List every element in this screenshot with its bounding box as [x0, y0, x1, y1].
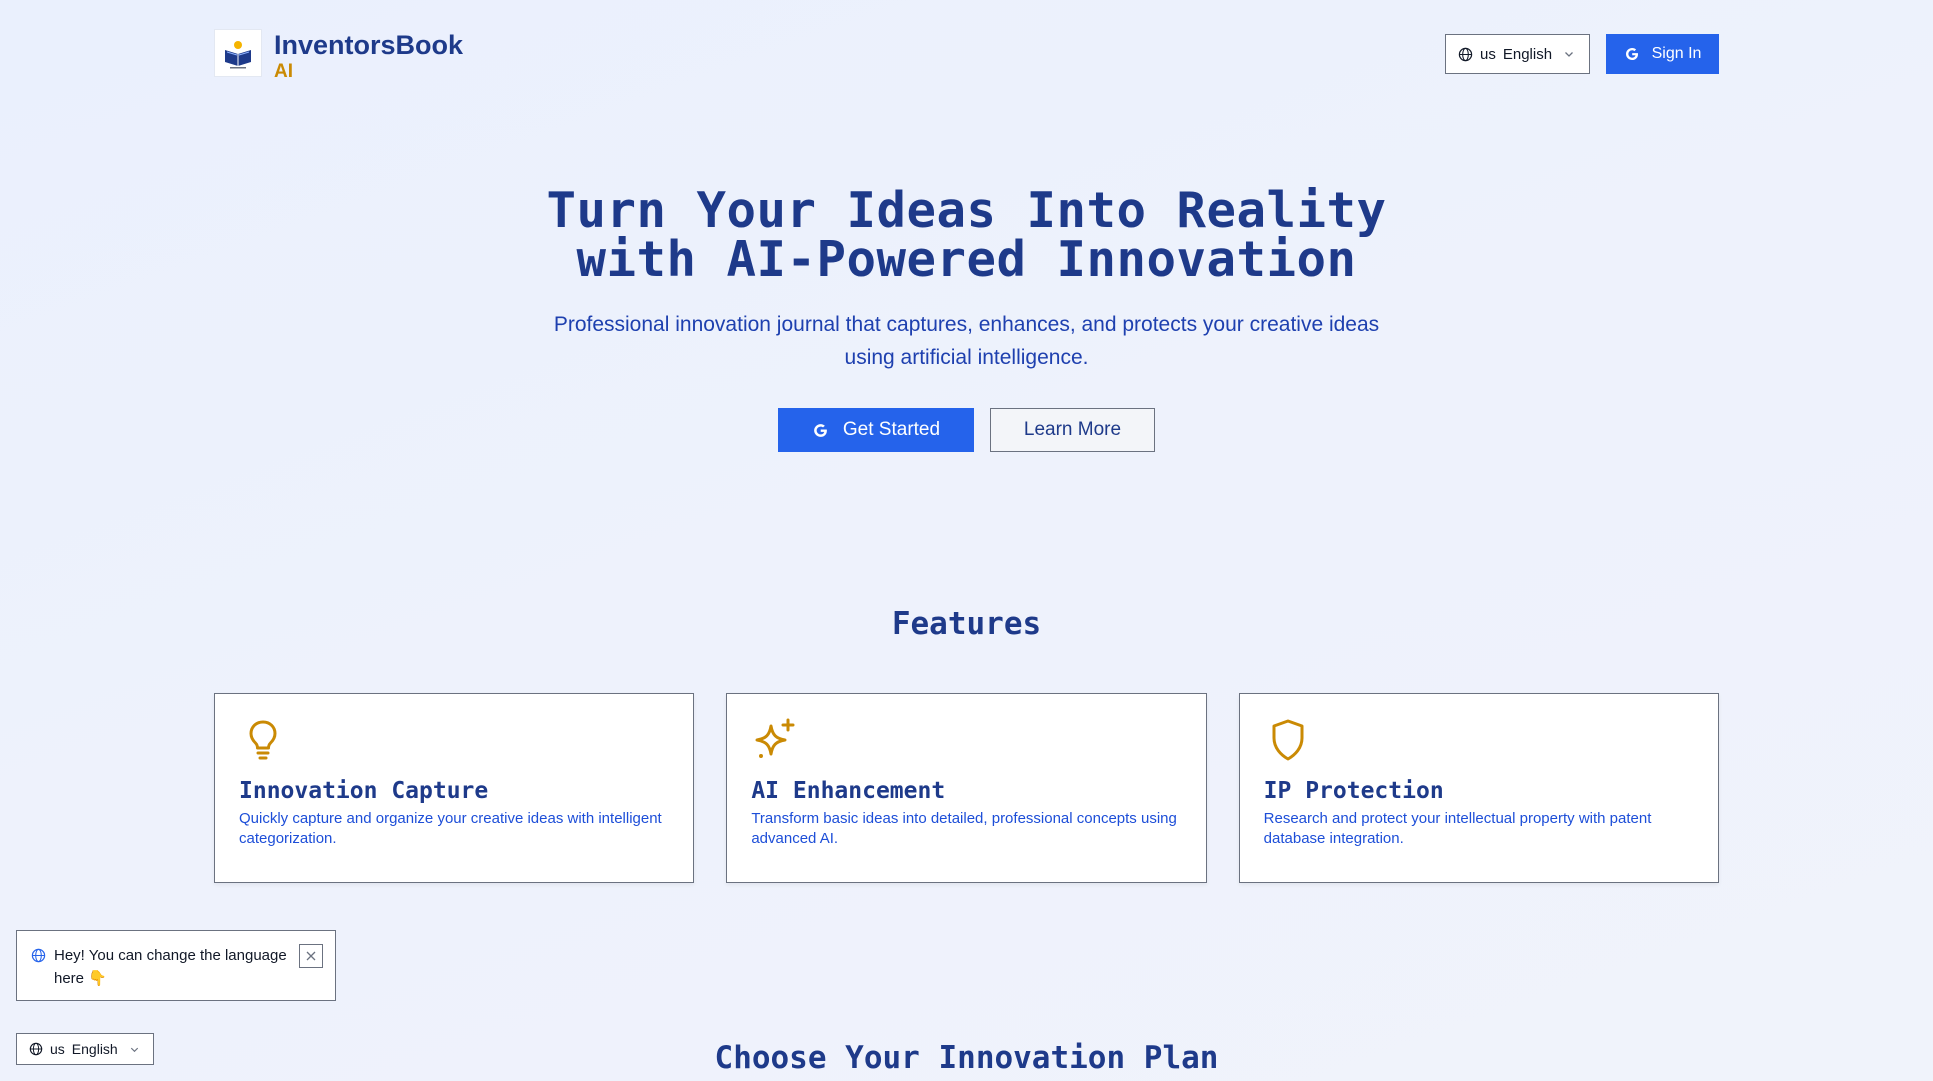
- feature-description: Research and protect your intellectual p…: [1263, 810, 1652, 847]
- hero-subtitle: Professional innovation journal that cap…: [553, 313, 1380, 369]
- learn-more-label: Learn More: [1023, 419, 1122, 440]
- google-icon: [814, 423, 827, 437]
- chevron-down-icon: [1565, 52, 1574, 57]
- brand-name: InventorsBook: [274, 30, 464, 60]
- logo: [214, 29, 262, 77]
- google-icon: [1625, 48, 1638, 60]
- sparkles-icon: [755, 718, 795, 758]
- hero-title-line2: with AI-Powered Innovation: [576, 231, 1357, 288]
- feature-card-ai-enhancement: AI Enhancement Transform basic ideas int…: [726, 693, 1207, 883]
- feature-description: Quickly capture and organize your creati…: [239, 810, 662, 847]
- feature-title: IP Protection: [1263, 778, 1444, 804]
- hero-section: Turn Your Ideas Into Reality with AI-Pow…: [0, 186, 1933, 452]
- get-started-button[interactable]: Get Started: [778, 408, 974, 452]
- language-select[interactable]: us English: [1445, 34, 1590, 74]
- feature-title: Innovation Capture: [239, 778, 489, 804]
- lightbulb-icon: [249, 720, 277, 760]
- globe-icon: [1458, 47, 1473, 61]
- language-label: English: [1502, 45, 1553, 63]
- globe-icon: [31, 948, 46, 963]
- brand[interactable]: InventorsBook AI: [214, 29, 463, 83]
- feature-card-ip-protection: IP Protection Research and protect your …: [1238, 693, 1719, 883]
- book-logo-icon: [225, 41, 251, 69]
- toast-close-button[interactable]: [299, 944, 323, 968]
- feature-title: AI Enhancement: [751, 778, 946, 804]
- feature-card-innovation-capture: Innovation Capture Quickly capture and o…: [214, 693, 695, 883]
- learn-more-button[interactable]: Learn More: [990, 408, 1155, 452]
- close-icon: [306, 951, 316, 961]
- get-started-label: Get Started: [842, 419, 941, 440]
- language-code: us: [1480, 45, 1496, 63]
- toast-message: Hey! You can change the language here 👇: [54, 947, 287, 987]
- feature-description: Transform basic ideas into detailed, pro…: [751, 810, 1177, 847]
- features-cards: Innovation Capture Quickly capture and o…: [214, 693, 1719, 883]
- sign-in-button[interactable]: Sign In: [1606, 34, 1719, 74]
- header: InventorsBook AI us English Sign In: [214, 25, 1719, 83]
- shield-icon: [1272, 719, 1304, 761]
- sign-in-label: Sign In: [1651, 45, 1702, 62]
- language-hint-toast: Hey! You can change the language here 👇: [16, 930, 336, 1001]
- features-title: Features: [891, 606, 1042, 642]
- brand-suffix: AI: [274, 61, 293, 82]
- hero-title: Turn Your Ideas Into Reality with AI-Pow…: [0, 186, 1933, 284]
- plans-title: Choose Your Innovation Plan: [714, 1040, 1219, 1076]
